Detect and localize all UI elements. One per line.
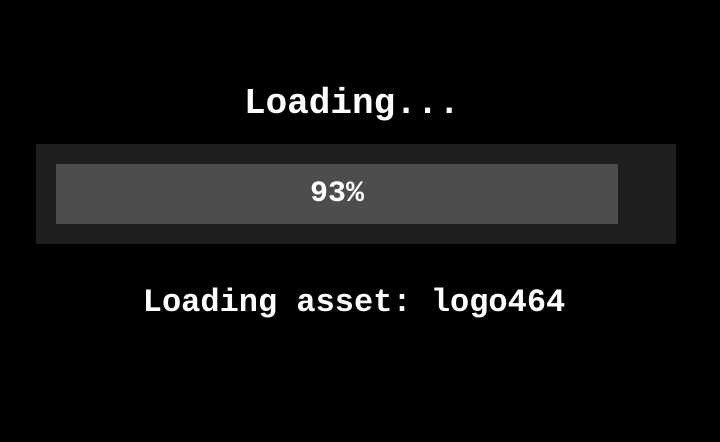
- progress-bar: 93%: [36, 144, 676, 244]
- loading-title: Loading...: [243, 83, 461, 124]
- loading-status-text: Loading asset: logo464: [142, 284, 566, 321]
- loading-screen: Loading... 93% Loading asset: logo464: [0, 0, 720, 442]
- progress-percentage: 93%: [309, 177, 364, 211]
